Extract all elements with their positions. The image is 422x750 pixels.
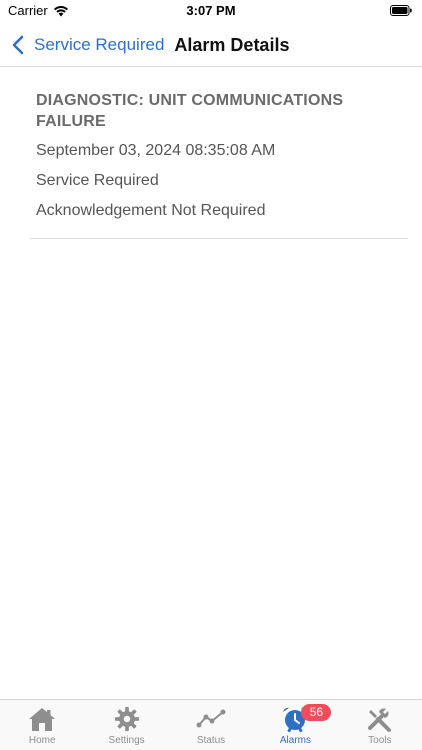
alarm-timestamp: September 03, 2024 08:35:08 AM [36, 142, 276, 159]
tab-label: Tools [368, 735, 392, 746]
tab-label: Home [28, 735, 56, 746]
nav-bar: Service Required Alarm Details [0, 24, 422, 67]
alarm-count-badge: 56 [301, 704, 332, 721]
battery-icon [390, 5, 412, 16]
alarm-category: Service Required [36, 172, 159, 189]
trend-icon [196, 709, 226, 728]
tab-tools[interactable]: Tools [338, 700, 422, 750]
tab-alarms[interactable]: 56 Alarms [253, 700, 337, 750]
tab-settings[interactable]: Settings [84, 700, 168, 750]
tab-status[interactable]: Status [169, 700, 253, 750]
home-icon [29, 708, 56, 731]
tab-bar: Home Settings Status 56 Alarms Tools [0, 699, 422, 750]
back-label: Service Required [34, 35, 165, 54]
tab-label: Settings [108, 735, 145, 746]
back-button[interactable]: Service Required [12, 35, 164, 55]
tab-label: Alarms [279, 735, 311, 746]
alarm-details-screen: Carrier 3:07 PM Service Required Alarm D… [0, 0, 422, 750]
tab-home[interactable]: Home [0, 700, 84, 750]
alarm-title: DIAGNOSTIC: UNIT COMMUNICATIONS FAILURE [36, 92, 344, 130]
alarm-acknowledgement: Acknowledgement Not Required [36, 202, 266, 219]
status-bar: Carrier 3:07 PM [0, 0, 422, 24]
tab-label: Status [196, 735, 226, 746]
status-time: 3:07 PM [186, 3, 236, 18]
page-title: Alarm Details [174, 34, 290, 55]
tools-icon [367, 708, 391, 732]
gear-icon [114, 706, 139, 732]
chevron-left-icon [12, 35, 24, 55]
alarm-detail-card: DIAGNOSTIC: UNIT COMMUNICATIONS FAILURE … [36, 90, 402, 222]
content-divider [30, 238, 408, 239]
